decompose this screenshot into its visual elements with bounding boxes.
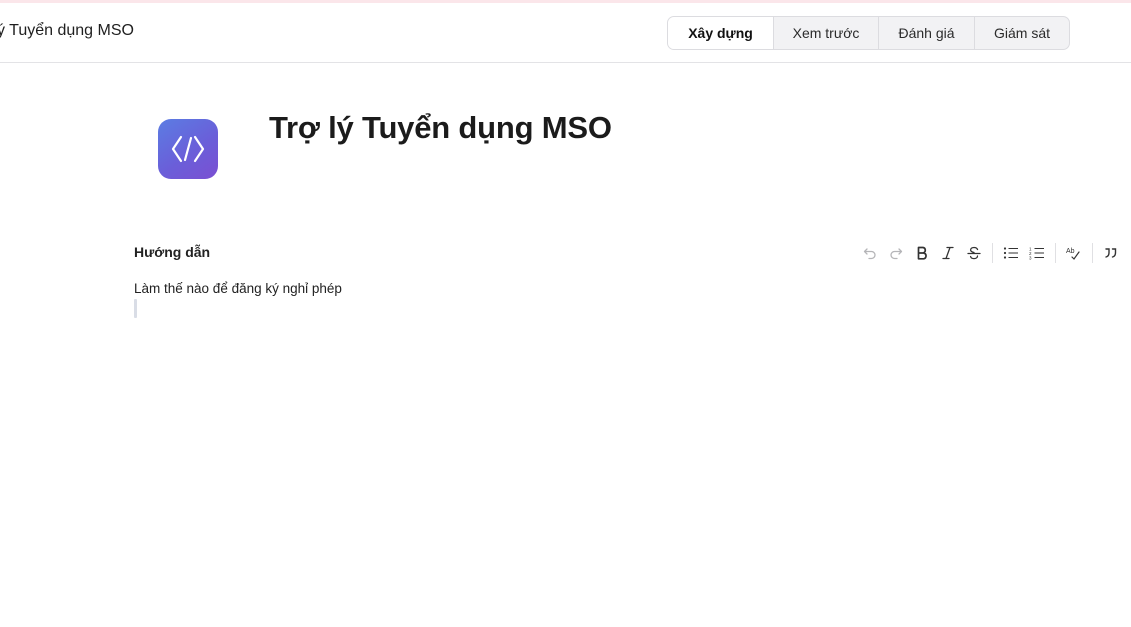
toolbar-divider <box>1092 243 1093 263</box>
agent-logo[interactable] <box>158 119 218 179</box>
numbered-list-icon[interactable]: 123 <box>1027 243 1047 263</box>
instructions-editor-text[interactable]: Làm thế nào để đăng ký nghỉ phép <box>134 281 342 296</box>
spellcheck-icon[interactable]: Ab <box>1064 243 1084 263</box>
mode-tabs: Xây dựng Xem trước Đánh giá Giám sát <box>667 16 1070 50</box>
bold-icon[interactable] <box>912 243 932 263</box>
bulleted-list-icon[interactable] <box>1001 243 1021 263</box>
header-bar: ý Tuyển dụng MSO Xây dựng Xem trước Đánh… <box>0 3 1131 63</box>
quote-icon[interactable] <box>1101 243 1121 263</box>
undo-icon[interactable] <box>860 243 880 263</box>
tab-preview[interactable]: Xem trước <box>773 17 878 49</box>
strikethrough-icon[interactable] <box>964 243 984 263</box>
tab-monitor[interactable]: Giám sát <box>974 17 1069 49</box>
redo-icon[interactable] <box>886 243 906 263</box>
svg-text:3: 3 <box>1029 256 1032 261</box>
svg-text:Ab: Ab <box>1066 248 1075 255</box>
instructions-label: Hướng dẫn <box>134 244 211 260</box>
text-caret <box>134 299 137 318</box>
italic-icon[interactable] <box>938 243 958 263</box>
app-title: ý Tuyển dụng MSO <box>0 22 134 39</box>
code-brackets-icon <box>171 135 205 163</box>
agent-title[interactable]: Trợ lý Tuyển dụng MSO <box>269 110 612 146</box>
toolbar-divider <box>1055 243 1056 263</box>
tab-build[interactable]: Xây dựng <box>668 17 773 49</box>
tab-evaluate[interactable]: Đánh giá <box>878 17 974 49</box>
toolbar-divider <box>992 243 993 263</box>
